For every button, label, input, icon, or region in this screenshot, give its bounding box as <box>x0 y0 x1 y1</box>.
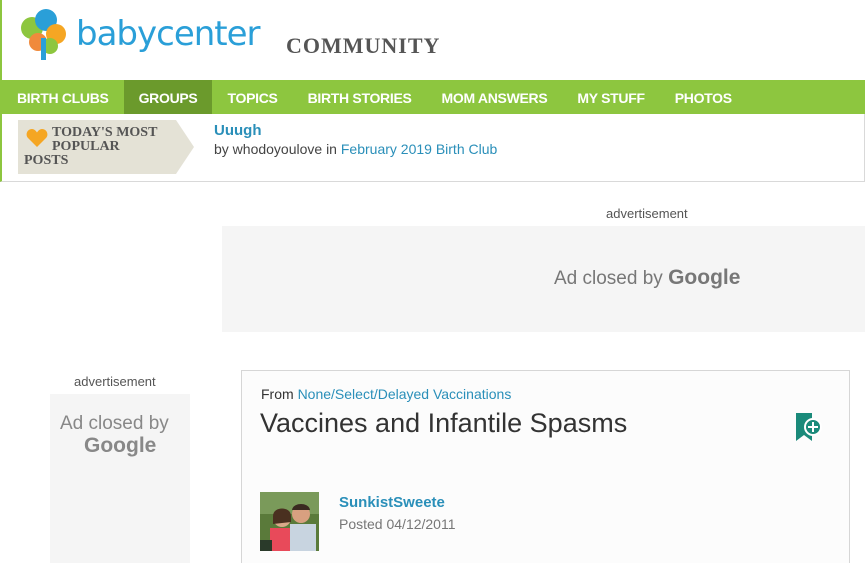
google-text-left: Google <box>84 434 157 457</box>
babycenter-logo[interactable]: babycenter <box>18 8 288 68</box>
nav-birth-stories[interactable]: BIRTH STORIES <box>293 80 427 114</box>
from-label: From <box>261 386 294 402</box>
page: babycenter COMMUNITY BIRTH CLUBS GROUPS … <box>0 0 865 563</box>
ad-label-top: advertisement <box>606 206 688 221</box>
ad-label-left: advertisement <box>74 374 156 389</box>
post-title: Vaccines and Infantile Spasms <box>260 408 628 438</box>
ad-closed-text-top: Ad closed by Google <box>554 266 740 290</box>
badge-line-1: TODAY'S MOST <box>52 125 158 140</box>
main-nav: BIRTH CLUBS GROUPS TOPICS BIRTH STORIES … <box>0 80 865 114</box>
nav-birth-clubs[interactable]: BIRTH CLUBS <box>0 80 124 114</box>
google-text-top: Google <box>668 266 741 289</box>
popular-post-by: by whodoyoulove in <box>214 141 337 157</box>
posted-date: Posted 04/12/2011 <box>339 516 456 532</box>
nav-photos[interactable]: PHOTOS <box>660 80 747 114</box>
popular-post-meta: by whodoyoulove in February 2019 Birth C… <box>214 141 497 157</box>
post-from: From None/Select/Delayed Vaccinations <box>261 386 511 402</box>
ad-closed-by-left: Ad closed by <box>60 413 169 434</box>
nav-mom-answers[interactable]: MOM ANSWERS <box>427 80 563 114</box>
badge-line-2: POPULAR <box>52 139 120 154</box>
ad-banner-top <box>222 226 865 332</box>
nav-my-stuff[interactable]: MY STUFF <box>562 80 659 114</box>
site-header: babycenter COMMUNITY <box>0 0 865 80</box>
bookmark-add-icon[interactable] <box>795 412 823 442</box>
tree-logo-icon <box>21 9 66 60</box>
badge-text: TODAY'S MOST POPULAR POSTS <box>24 126 184 168</box>
author-name[interactable]: SunkistSweete <box>339 494 445 511</box>
logo-text: babycenter <box>76 14 261 54</box>
popular-post-title[interactable]: Uuugh <box>214 122 261 139</box>
nav-topics[interactable]: TOPICS <box>212 80 292 114</box>
nav-groups[interactable]: GROUPS <box>123 80 213 114</box>
popular-posts-badge: TODAY'S MOST POPULAR POSTS <box>18 120 194 174</box>
popular-post-club-link[interactable]: February 2019 Birth Club <box>341 141 497 157</box>
avatar[interactable] <box>260 492 319 551</box>
community-title: COMMUNITY <box>286 33 441 58</box>
popular-posts-bar: TODAY'S MOST POPULAR POSTS Uuugh by whod… <box>0 114 865 182</box>
badge-line-3: POSTS <box>24 153 69 168</box>
group-link[interactable]: None/Select/Delayed Vaccinations <box>298 386 512 402</box>
avatar-photo <box>260 492 319 551</box>
ad-closed-by-top: Ad closed by <box>554 268 663 289</box>
